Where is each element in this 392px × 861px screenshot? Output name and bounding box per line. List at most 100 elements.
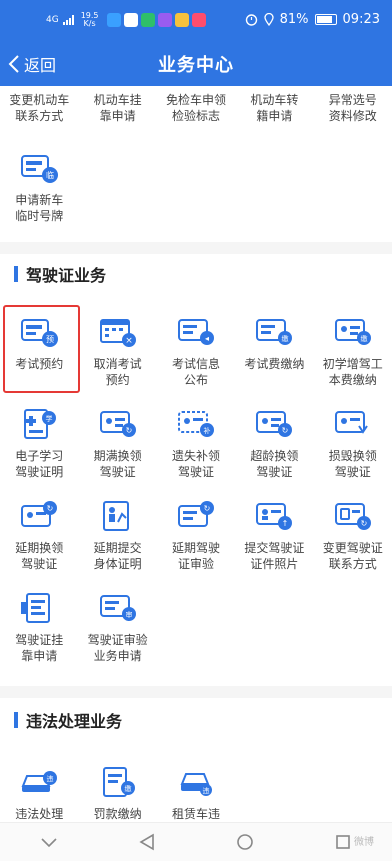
svg-text:缴: 缴 [360, 334, 367, 343]
license-item-damaged-renewal[interactable]: 损毁换领 驾驶证 [314, 404, 392, 494]
submit-photo-icon: ↑ [254, 500, 294, 530]
expiry-renewal-icon: ↻ [98, 408, 138, 438]
signal-indicator: 4G [46, 14, 59, 25]
license-item-audit-application[interactable]: 审 驾驶证审验 业务申请 [78, 588, 156, 678]
main-content[interactable]: 变更机动车 联系方式 机动车挂 靠申请 免检车申领 检验标志 机动车转 籍申请 … [0, 86, 392, 822]
delay-audit-icon: ↻ [176, 500, 216, 530]
license-row-2: 学 电子学习 驾驶证明 ↻ 期满换领 驾驶证 补 遗失补领 驾驶证 ↻ 超龄换领… [0, 404, 392, 494]
license-row-3: ↻ 延期换领 驾驶证 延期提交 身体证明 ↻ 延期驾驶 证审验 ↑ 提交驾驶证 … [0, 496, 392, 586]
svg-text:↻: ↻ [125, 426, 132, 435]
app-notify-icon [174, 13, 189, 27]
svg-text:◂: ◂ [205, 334, 209, 343]
e-learning-icon: 学 [19, 408, 59, 439]
license-item-e-learning[interactable]: 学 电子学习 驾驶证明 [0, 404, 78, 494]
status-bar: 4G 19.5 K/s 81% 09:23 [0, 0, 392, 42]
svg-text:违: 违 [202, 787, 209, 795]
system-nav-bar [0, 822, 392, 861]
section-accent-bar [14, 266, 18, 282]
section-divider [0, 686, 392, 698]
exam-info-icon: ◂ [176, 316, 216, 346]
app-notify-icon [140, 13, 155, 27]
svg-text:违: 违 [47, 775, 54, 783]
license-item-expiry-renewal[interactable]: ↻ 期满换领 驾驶证 [78, 404, 156, 494]
clock-time: 09:23 [342, 12, 380, 27]
violation-row-1: 违 违法处理 缴 罚款缴纳 违 租赁车违 [0, 762, 392, 822]
chevron-down-icon [41, 838, 57, 848]
svg-text:临: 临 [46, 170, 54, 180]
nav-bar: 返回 业务中心 [0, 42, 392, 86]
app-notify-icon [191, 13, 206, 27]
triangle-back-icon [139, 833, 154, 851]
temp-plate-row: 临 申请新车 临时号牌 [0, 148, 392, 238]
calendar-cancel-icon: × [98, 316, 138, 347]
selection-highlight [3, 305, 80, 393]
license-item-exam-info[interactable]: ◂ 考试信息 公布 [157, 312, 235, 402]
violation-item-fine-payment[interactable]: 缴 罚款缴纳 [78, 762, 156, 822]
health-proof-icon [98, 500, 138, 531]
violation-item-rental-car[interactable]: 违 租赁车违 [157, 762, 235, 822]
delay-renewal-icon: ↻ [19, 500, 59, 530]
svg-text:↻: ↻ [282, 426, 289, 435]
audit-application-icon: 审 [98, 592, 138, 622]
vehicle-item-affiliation[interactable]: 机动车挂 靠申请 [78, 86, 156, 136]
svg-text:补: 补 [203, 426, 210, 435]
svg-text:审: 审 [125, 610, 132, 619]
damaged-renewal-icon [333, 408, 373, 438]
vehicle-item-plate-modify[interactable]: 异常选号 资料修改 [314, 86, 392, 136]
app-notify-icon [123, 13, 138, 27]
svg-text:↻: ↻ [47, 504, 54, 513]
signal-icon [62, 15, 74, 25]
license-row-4: 驾驶证挂 靠申请 审 驾驶证审验 业务申请 [0, 588, 392, 678]
system-back-button[interactable] [127, 828, 167, 856]
hide-keyboard-button[interactable] [29, 828, 69, 856]
app-notify-icon [106, 13, 121, 27]
violation-item-handle[interactable]: 违 违法处理 [0, 762, 78, 822]
battery-percent: 81% [279, 12, 309, 27]
vehicle-item-transfer[interactable]: 机动车转 籍申请 [235, 86, 313, 136]
learner-fee-icon: 缴 [333, 316, 373, 346]
license-item-learner-fee[interactable]: 缴 初学增驾工 本费缴纳 [314, 312, 392, 402]
vehicle-item-inspection-exempt[interactable]: 免检车申领 检验标志 [157, 86, 235, 136]
change-contact-icon: ↻ [333, 500, 373, 530]
license-item-delay-health-proof[interactable]: 延期提交 身体证明 [78, 496, 156, 586]
violation-section-title: 违法处理业务 [0, 700, 392, 740]
overage-renewal-icon: ↻ [254, 408, 294, 438]
notification-icons [106, 13, 206, 27]
vehicle-row: 变更机动车 联系方式 机动车挂 靠申请 免检车申领 检验标志 机动车转 籍申请 … [0, 86, 392, 136]
system-home-button[interactable] [225, 828, 265, 856]
exam-fee-icon: 缴 [254, 316, 294, 346]
svg-text:↑: ↑ [282, 519, 289, 528]
page-title: 业务中心 [158, 55, 234, 76]
license-item-delay-audit[interactable]: ↻ 延期驾驶 证审验 [157, 496, 235, 586]
license-item-cancel-appointment[interactable]: × 取消考试 预约 [78, 312, 156, 402]
temp-plate-icon: 临 [19, 152, 59, 183]
alarm-icon [245, 14, 257, 26]
license-item-change-contact[interactable]: ↻ 变更驾驶证 联系方式 [314, 496, 392, 586]
license-affiliation-icon [19, 592, 59, 623]
license-item-submit-photo[interactable]: ↑ 提交驾驶证 证件照片 [235, 496, 313, 586]
app-notify-icon [157, 13, 172, 27]
license-item-lost-replacement[interactable]: 补 遗失补领 驾驶证 [157, 404, 235, 494]
svg-text:缴: 缴 [282, 334, 289, 343]
lost-replacement-icon: 补 [176, 408, 216, 438]
license-item-affiliation[interactable]: 驾驶证挂 靠申请 [0, 588, 78, 678]
svg-text:×: × [125, 336, 133, 346]
status-left: 4G 19.5 K/s [46, 12, 206, 28]
vehicle-item-change-contact[interactable]: 变更机动车 联系方式 [0, 86, 78, 136]
svg-text:学: 学 [46, 414, 53, 423]
license-item-overage-renewal[interactable]: ↻ 超龄换领 驾驶证 [235, 404, 313, 494]
fine-payment-icon: 缴 [98, 766, 138, 797]
network-speed: 19.5 K/s [80, 11, 99, 28]
section-divider [0, 242, 392, 254]
square-recents-icon [336, 835, 350, 849]
license-section-title: 驾驶证业务 [0, 254, 392, 294]
license-item-delay-renewal[interactable]: ↻ 延期换领 驾驶证 [0, 496, 78, 586]
section-accent-bar [14, 712, 18, 728]
license-item-exam-fee[interactable]: 缴 考试费缴纳 [235, 312, 313, 402]
battery-icon [314, 14, 337, 25]
temp-plate-item[interactable]: 临 申请新车 临时号牌 [0, 148, 78, 238]
status-right: 81% 09:23 [245, 12, 380, 27]
svg-text:↻: ↻ [360, 519, 367, 528]
svg-text:↻: ↻ [204, 504, 211, 513]
watermark: 微博 [354, 837, 374, 848]
